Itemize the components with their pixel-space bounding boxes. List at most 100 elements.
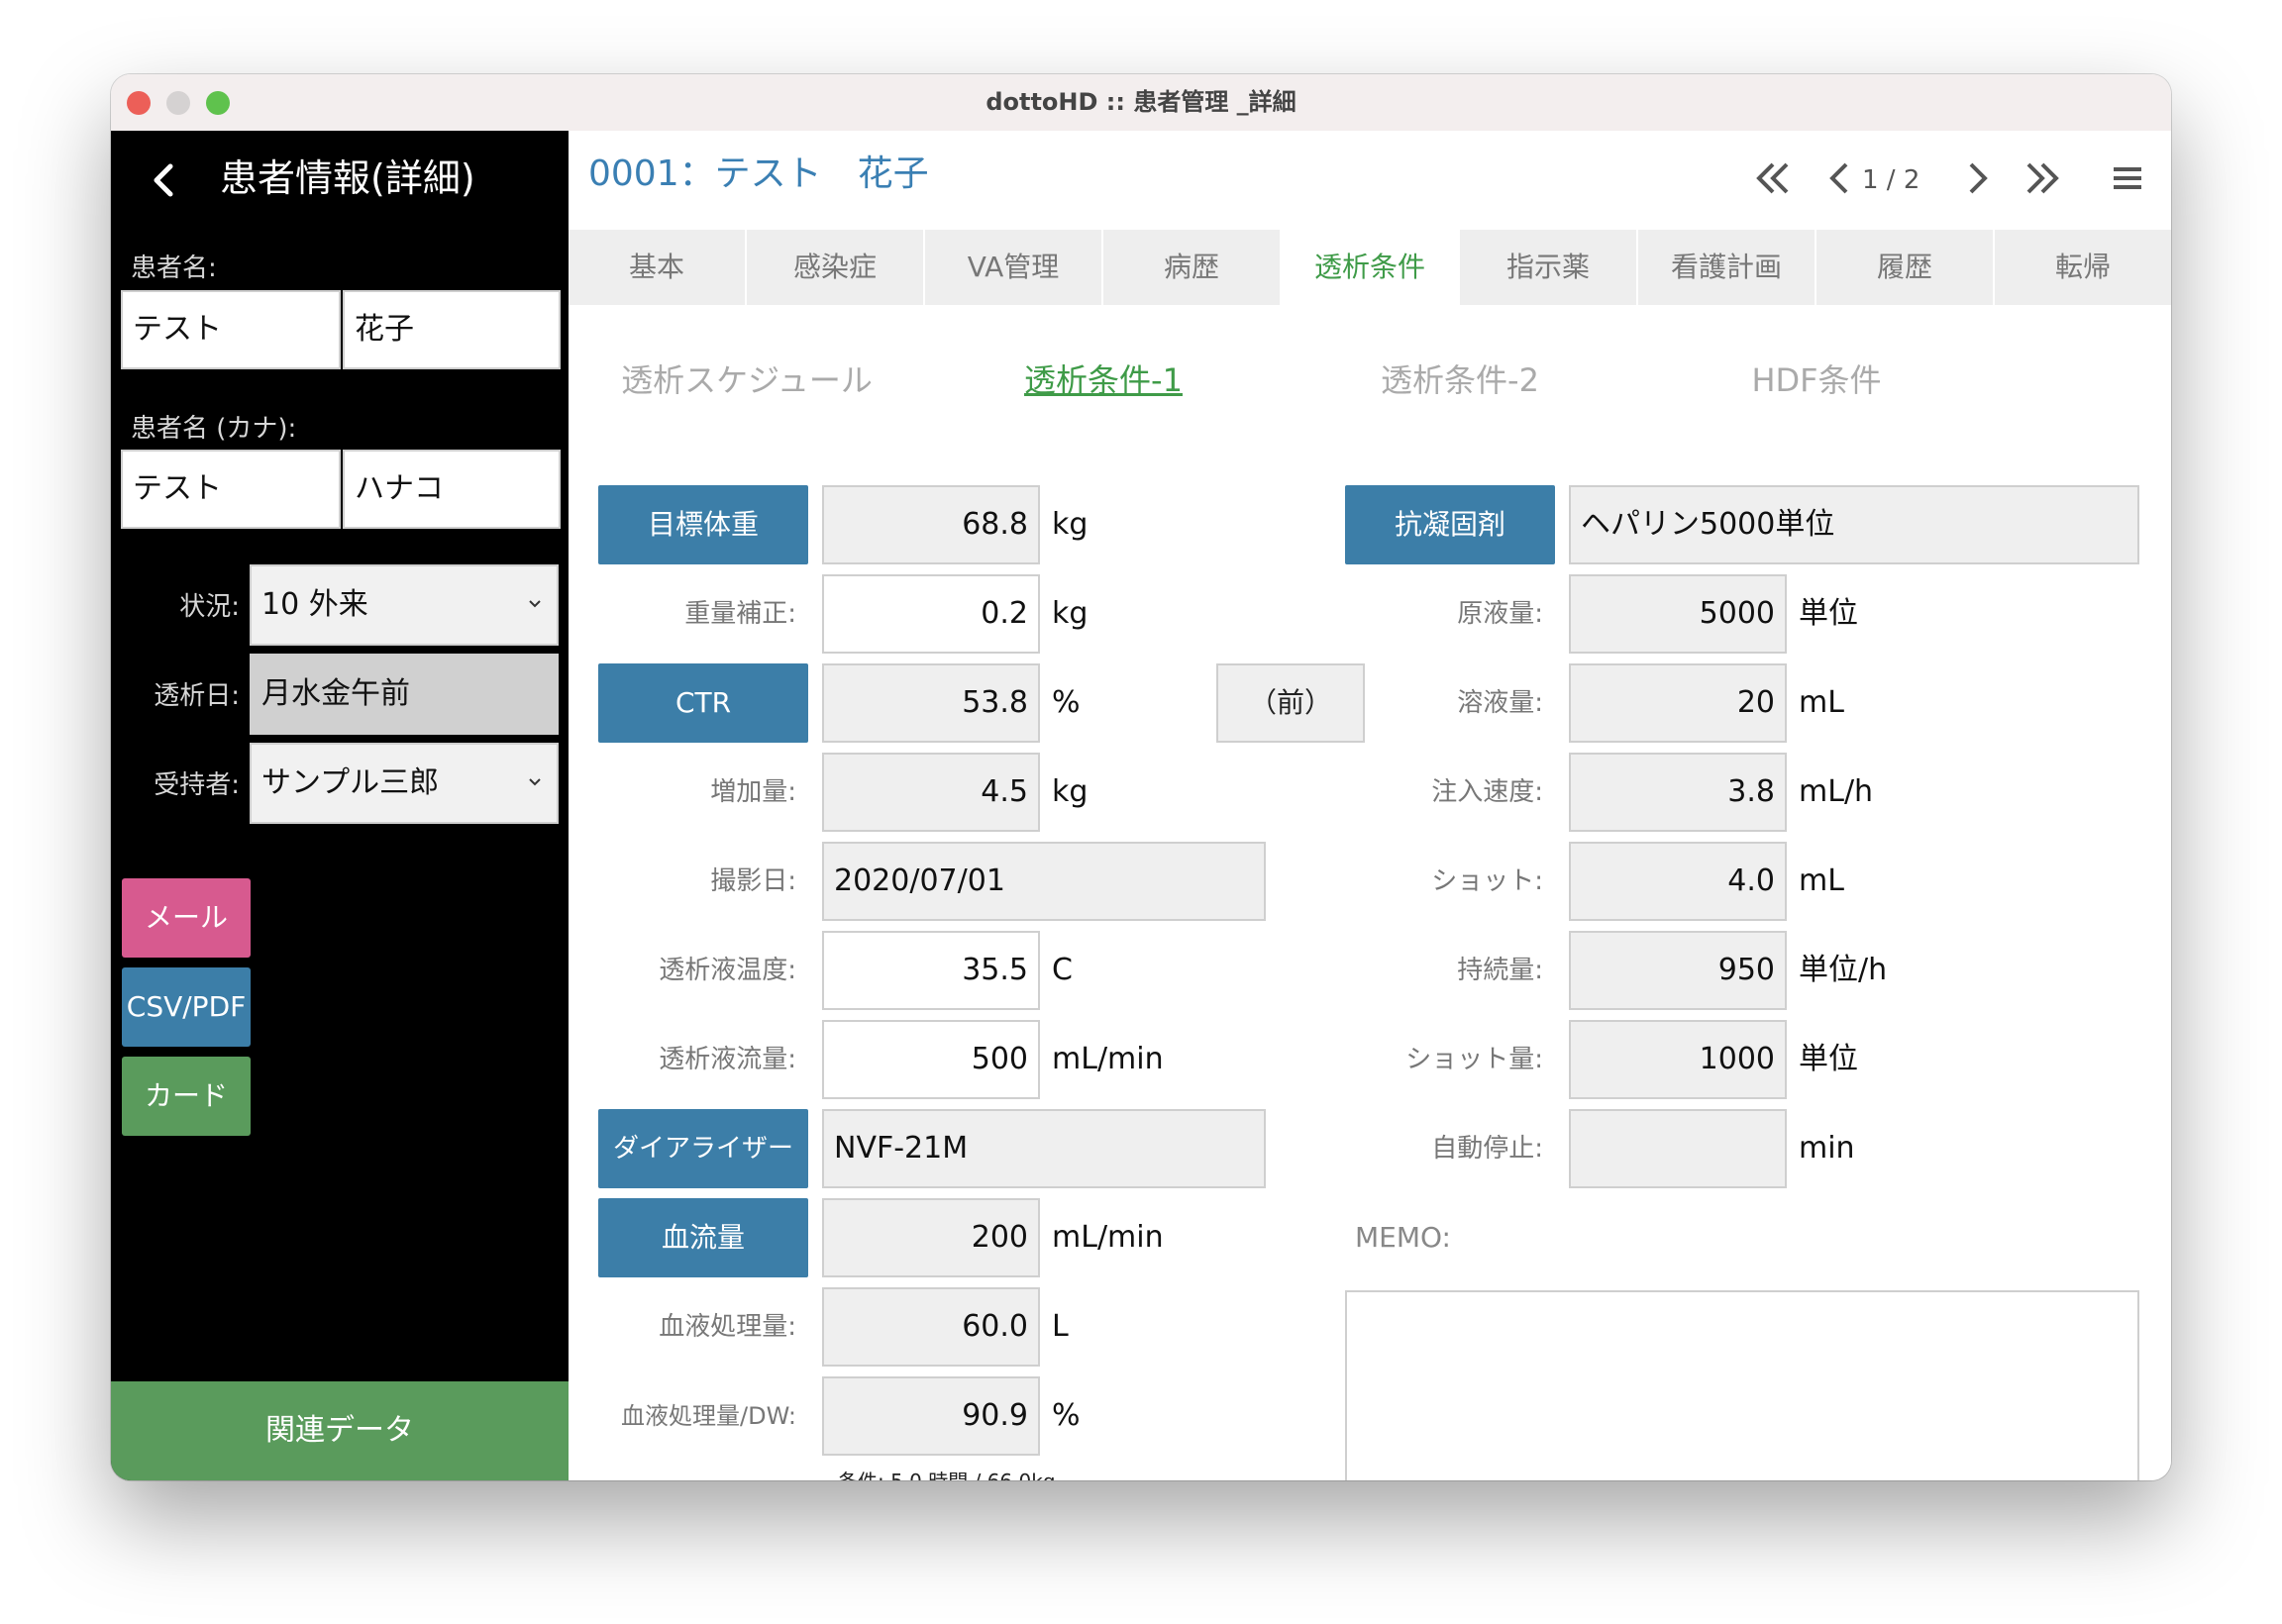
dialysis-day-label: 透析日: xyxy=(154,681,240,711)
continuous-value: 950 xyxy=(1569,931,1787,1010)
doctor-label: 受持者: xyxy=(154,770,240,800)
ctr-button[interactable]: CTR xyxy=(598,663,808,743)
back-arrow-icon[interactable] xyxy=(145,160,184,200)
dialysate-temp-unit: C xyxy=(1052,953,1073,987)
dialyzer-button[interactable]: ダイアライザー xyxy=(598,1109,808,1188)
patient-name-label: 患者名: xyxy=(131,254,217,283)
injection-rate-unit: mL/h xyxy=(1799,774,1874,809)
tab-outcome[interactable]: 転帰 xyxy=(1995,230,2171,305)
tab-history[interactable]: 履歴 xyxy=(1816,230,1995,305)
sidebar-title: 患者情報(詳細) xyxy=(220,156,475,200)
doctor-select[interactable]: サンプル三郎 xyxy=(250,743,559,824)
subtab-conditions-1[interactable]: 透析条件-1 xyxy=(925,358,1282,402)
status-select[interactable]: 10 外来 xyxy=(250,564,559,646)
page-indicator: 1 / 2 xyxy=(1862,165,1920,195)
condition-link[interactable]: 条件: 5.0 時間 / 66.0kg xyxy=(838,1466,1056,1480)
tab-infection[interactable]: 感染症 xyxy=(747,230,925,305)
shot-amount-unit: 単位 xyxy=(1799,1042,1858,1076)
dialysate-temp-label: 透析液温度: xyxy=(659,956,796,985)
ctr-previous-button[interactable]: （前） xyxy=(1216,663,1365,743)
weight-adjust-label: 重量補正: xyxy=(684,599,796,629)
window-title: dottoHD :: 患者管理 _詳細 xyxy=(985,88,1297,116)
stock-label: 原液量: xyxy=(1457,599,1543,629)
memo-label: MEMO: xyxy=(1355,1221,1451,1254)
chevron-down-icon xyxy=(529,778,541,786)
title-bar: dottoHD :: 患者管理 _詳細 xyxy=(111,74,2171,132)
dialysate-temp-input[interactable]: 35.5 xyxy=(822,931,1040,1010)
dialysate-flow-unit: mL/min xyxy=(1052,1042,1164,1076)
target-weight-button[interactable]: 目標体重 xyxy=(598,485,808,564)
blood-processed-unit: L xyxy=(1052,1309,1069,1344)
blood-processed-dw-unit: % xyxy=(1052,1398,1081,1433)
ctr-unit: % xyxy=(1052,685,1081,720)
blood-flow-value: 200 xyxy=(822,1198,1040,1277)
mail-button[interactable]: メール xyxy=(122,878,251,958)
weight-adjust-input[interactable]: 0.2 xyxy=(822,574,1040,654)
tab-basic[interactable]: 基本 xyxy=(569,230,747,305)
menu-icon[interactable] xyxy=(2110,158,2145,198)
solution-value: 20 xyxy=(1569,663,1787,743)
tab-history-disease[interactable]: 病歴 xyxy=(1103,230,1282,305)
shot-value: 4.0 xyxy=(1569,842,1787,921)
continuous-label: 持続量: xyxy=(1457,956,1543,985)
chevron-down-icon xyxy=(529,600,541,608)
main-panel: 0001：テスト 花子 1 / 2 基本 感染症 VA管理 病歴 透析条件 指示 xyxy=(569,131,2171,1480)
app-window: dottoHD :: 患者管理 _詳細 患者情報(詳細) 患者名: テスト 花子… xyxy=(111,74,2171,1480)
injection-rate-value: 3.8 xyxy=(1569,753,1787,832)
stock-unit: 単位 xyxy=(1799,596,1858,631)
shot-label: ショット: xyxy=(1431,866,1543,896)
first-page-icon[interactable] xyxy=(1753,158,1793,198)
previous-page-icon[interactable] xyxy=(1820,158,1860,198)
auto-stop-unit: min xyxy=(1799,1131,1855,1166)
last-name-kana-field[interactable]: テスト xyxy=(121,450,341,529)
status-label: 状況: xyxy=(179,592,240,622)
photo-date-value: 2020/07/01 xyxy=(822,842,1266,921)
blood-processed-dw-label: 血液処理量/DW: xyxy=(621,1402,796,1430)
first-name-field[interactable]: 花子 xyxy=(343,290,561,369)
tab-bar: 基本 感染症 VA管理 病歴 透析条件 指示薬 看護計画 履歴 転帰 xyxy=(569,230,2171,305)
last-name-field[interactable]: テスト xyxy=(121,290,341,369)
target-weight-unit: kg xyxy=(1052,507,1089,542)
solution-label: 溶液量: xyxy=(1457,688,1543,718)
memo-textarea[interactable] xyxy=(1345,1290,2139,1480)
photo-date-label: 撮影日: xyxy=(710,866,796,896)
blood-processed-label: 血液処理量: xyxy=(659,1312,796,1342)
blood-processed-value: 60.0 xyxy=(822,1287,1040,1367)
dialysis-day-field: 月水金午前 xyxy=(250,654,559,735)
patient-kana-label: 患者名 (カナ): xyxy=(131,414,297,444)
increase-label: 増加量: xyxy=(710,777,796,807)
solution-unit: mL xyxy=(1799,685,1844,720)
auto-stop-label: 自動停止: xyxy=(1431,1134,1543,1164)
subtab-conditions-2[interactable]: 透析条件-2 xyxy=(1282,358,1638,402)
dialysate-flow-input[interactable]: 500 xyxy=(822,1020,1040,1099)
weight-adjust-unit: kg xyxy=(1052,596,1089,631)
next-page-icon[interactable] xyxy=(1957,158,1997,198)
subtab-schedule[interactable]: 透析スケジュール xyxy=(569,358,925,402)
blood-flow-button[interactable]: 血流量 xyxy=(598,1198,808,1277)
subtab-hdf[interactable]: HDF条件 xyxy=(1638,358,1995,402)
patient-title: 0001：テスト 花子 xyxy=(588,153,929,194)
tab-va[interactable]: VA管理 xyxy=(925,230,1103,305)
tab-nursing-plan[interactable]: 看護計画 xyxy=(1638,230,1816,305)
shot-unit: mL xyxy=(1799,863,1844,898)
blood-processed-dw-value: 90.9 xyxy=(822,1376,1040,1456)
doctor-value: サンプル三郎 xyxy=(261,765,440,800)
blood-flow-unit: mL/min xyxy=(1052,1220,1164,1255)
dialysis-day-value: 月水金午前 xyxy=(261,676,410,711)
increase-value: 4.5 xyxy=(822,753,1040,832)
first-name-kana-field[interactable]: ハナコ xyxy=(343,450,561,529)
increase-unit: kg xyxy=(1052,774,1089,809)
stock-value: 5000 xyxy=(1569,574,1787,654)
target-weight-value: 68.8 xyxy=(822,485,1040,564)
tab-medication[interactable]: 指示薬 xyxy=(1460,230,1638,305)
dialysate-flow-label: 透析液流量: xyxy=(659,1045,796,1074)
sidebar-header: 患者情報(詳細) xyxy=(111,131,569,226)
anticoagulant-button[interactable]: 抗凝固剤 xyxy=(1345,485,1555,564)
card-button[interactable]: カード xyxy=(122,1057,251,1136)
tab-dialysis-conditions[interactable]: 透析条件 xyxy=(1282,230,1460,305)
related-data-button[interactable]: 関連データ xyxy=(111,1381,569,1480)
last-page-icon[interactable] xyxy=(2023,158,2062,198)
shot-amount-value: 1000 xyxy=(1569,1020,1787,1099)
csv-pdf-button[interactable]: CSV/PDF xyxy=(122,967,251,1047)
injection-rate-label: 注入速度: xyxy=(1431,777,1543,807)
